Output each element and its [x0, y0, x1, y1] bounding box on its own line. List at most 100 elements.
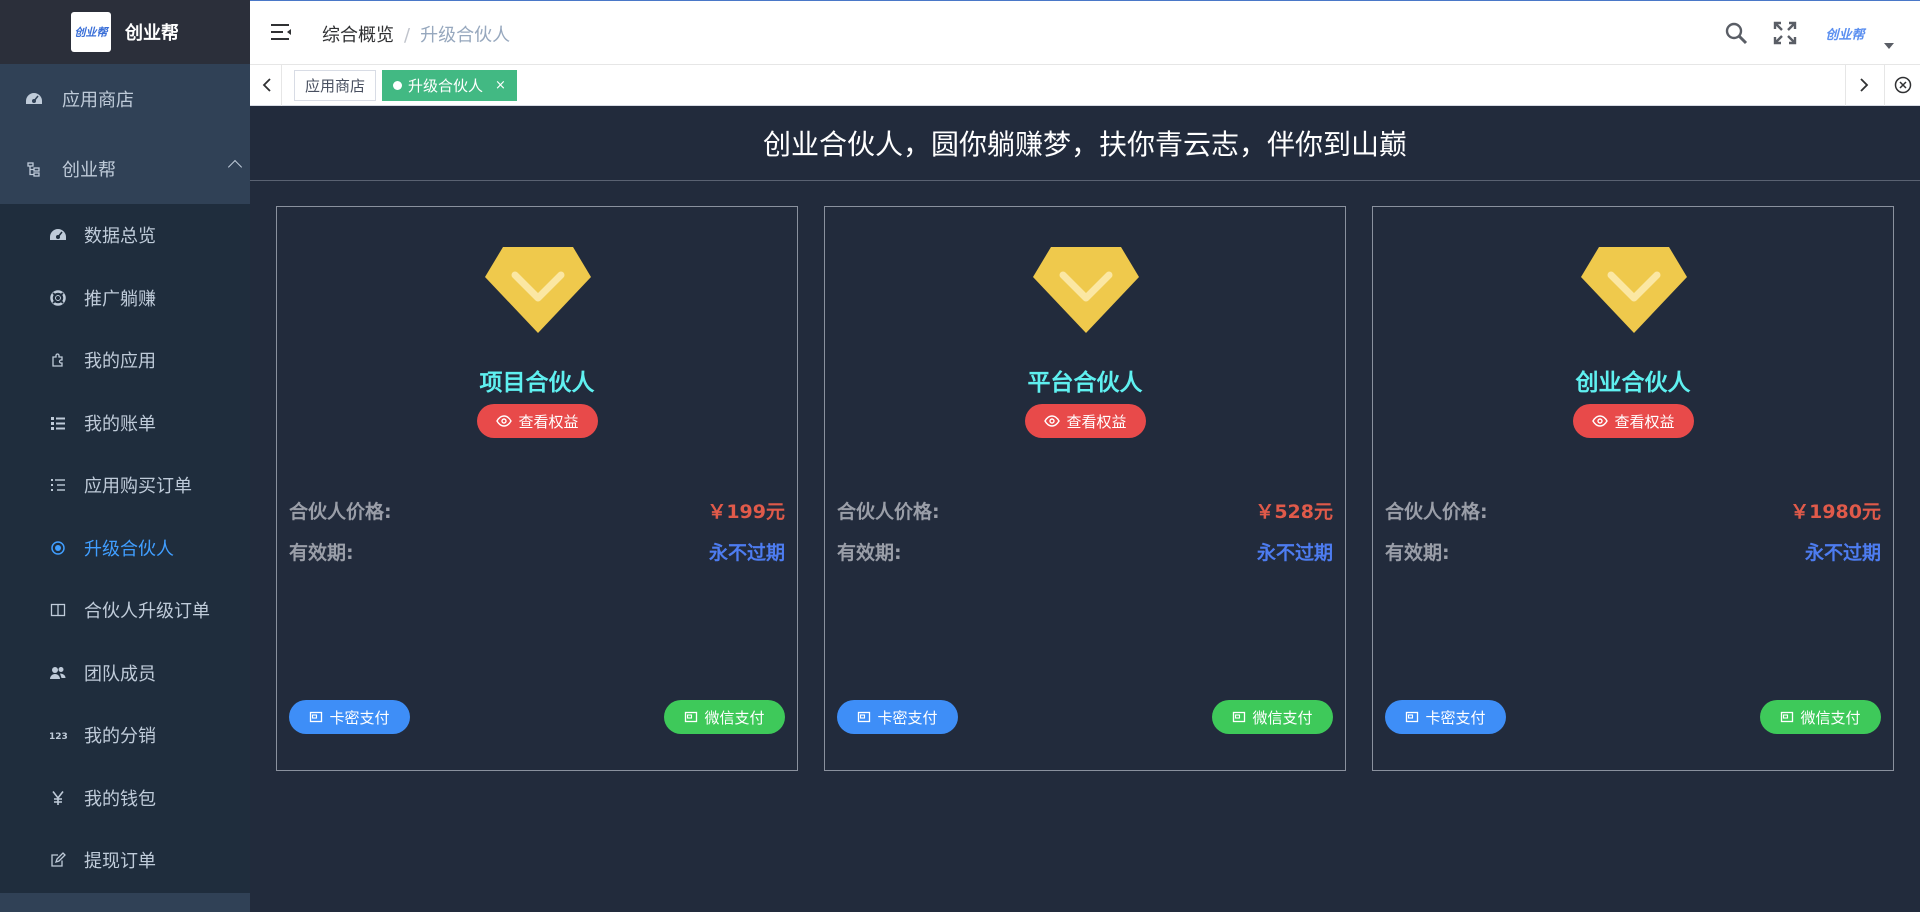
sidebar-item-label: 团队成员 [84, 663, 156, 685]
price-row: 合伙人价格: ￥1980元 [1385, 497, 1881, 524]
wechat-pay-label: 微信支付 [1800, 708, 1861, 727]
wechat-pay-label: 微信支付 [704, 708, 765, 727]
wechat-pay-button[interactable]: 微信支付 [1760, 700, 1881, 734]
plan-card-startup: 创业合伙人 查看权益 合伙人价格: ￥1980元 有效期: 永不过期 卡密支付 … [1372, 206, 1894, 771]
validity-label: 有效期: [1385, 542, 1450, 564]
sidebar-item-label: 我的账单 [84, 413, 156, 435]
page-slogan: 创业合伙人，圆你躺赚梦，扶你青云志，伴你到山巅 [250, 106, 1920, 181]
tree-icon [24, 159, 44, 179]
card-pay-button[interactable]: 卡密支付 [837, 700, 958, 734]
validity-row: 有效期: 永不过期 [289, 538, 785, 565]
diamond-icon [483, 245, 593, 335]
price-value: ￥1980元 [1790, 501, 1881, 523]
eye-icon [1044, 415, 1061, 427]
tags-divider [1884, 65, 1885, 106]
wechat-pay-button[interactable]: 微信支付 [1212, 700, 1333, 734]
close-all-icon[interactable] [1892, 74, 1914, 96]
sidebar-item-label: 数据总览 [84, 226, 156, 248]
sidebar-item-promote[interactable]: 推广躺赚 [0, 267, 250, 330]
price-label: 合伙人价格: [837, 501, 940, 523]
plan-card-platform: 平台合伙人 查看权益 合伙人价格: ￥528元 有效期: 永不过期 卡密支付 微… [824, 206, 1346, 771]
breadcrumb-separator: / [404, 25, 411, 46]
yen-icon [48, 788, 68, 808]
card-icon [858, 711, 871, 723]
puzzle-icon [48, 350, 68, 370]
price-label: 合伙人价格: [289, 501, 392, 523]
user-avatar[interactable]: 创业帮 [1822, 13, 1868, 53]
sidebar-item-data-overview[interactable]: 数据总览 [0, 204, 250, 267]
top-header: 综合概览 / 升级合伙人 创业帮 [250, 0, 1920, 65]
sidebar-bottom-item[interactable] [0, 893, 250, 912]
card-icon [1781, 711, 1794, 723]
sidebar-item-label: 应用购买订单 [84, 476, 192, 498]
diamond-icon [1579, 245, 1689, 335]
sidebar-item-my-bills[interactable]: 我的账单 [0, 392, 250, 455]
menu-fold-icon[interactable] [270, 21, 292, 43]
validity-row: 有效期: 永不过期 [837, 538, 1333, 565]
tags-view-bar: 应用商店 升级合伙人 × [250, 65, 1920, 106]
dashboard-icon [24, 89, 44, 109]
sidebar-item-chuangyebang[interactable]: 创业帮 [0, 134, 250, 204]
scroll-right-icon[interactable] [1853, 74, 1875, 96]
sidebar-item-app-orders[interactable]: 应用购买订单 [0, 454, 250, 517]
view-benefits-button[interactable]: 查看权益 [1025, 404, 1146, 438]
card-pay-button[interactable]: 卡密支付 [1385, 700, 1506, 734]
fullscreen-icon[interactable] [1773, 21, 1797, 45]
tag-upgrade-partner[interactable]: 升级合伙人 × [382, 70, 517, 101]
breadcrumb: 综合概览 / 升级合伙人 [322, 21, 510, 47]
sidebar-submenu: 数据总览 推广躺赚 我的应用 我的账单 应用购买订单 升级合伙人 合伙人升级订单… [0, 204, 250, 892]
tag-app-store[interactable]: 应用商店 [294, 70, 377, 101]
card-icon [1233, 711, 1246, 723]
view-benefits-label: 查看权益 [1614, 412, 1675, 431]
sidebar-item-partner-orders[interactable]: 合伙人升级订单 [0, 579, 250, 642]
team-icon [48, 663, 68, 683]
tags-divider [281, 65, 282, 106]
breadcrumb-item-overview[interactable]: 综合概览 [322, 25, 394, 46]
sidebar-item-withdraw-orders[interactable]: 提现订单 [0, 829, 250, 892]
sidebar-item-label: 应用商店 [62, 90, 134, 111]
chevron-up-icon [227, 159, 243, 175]
brand-title: 创业帮 [125, 23, 179, 44]
card-pay-button[interactable]: 卡密支付 [289, 700, 410, 734]
sidebar-item-app-store[interactable]: 应用商店 [0, 64, 250, 134]
price-value: ￥528元 [1255, 501, 1333, 523]
edit-icon [48, 850, 68, 870]
validity-value: 永不过期 [1256, 542, 1333, 564]
price-label: 合伙人价格: [1385, 501, 1488, 523]
sidebar-item-label: 升级合伙人 [84, 538, 174, 560]
validity-row: 有效期: 永不过期 [1385, 538, 1881, 565]
brand-logo: 创业帮 [71, 12, 111, 52]
card-icon [685, 711, 698, 723]
view-benefits-label: 查看权益 [1066, 412, 1127, 431]
scroll-left-icon[interactable] [256, 74, 278, 96]
breadcrumb-item-current: 升级合伙人 [420, 25, 511, 46]
sidebar-item-label: 我的钱包 [84, 788, 156, 810]
avatar-text: 创业帮 [1825, 27, 1865, 43]
sidebar-item-my-apps[interactable]: 我的应用 [0, 329, 250, 392]
brand-logo-text: 创业帮 [74, 26, 108, 39]
sidebar-item-team[interactable]: 团队成员 [0, 642, 250, 705]
sidebar-item-distribution[interactable]: 123 我的分销 [0, 704, 250, 767]
card-icon [310, 711, 323, 723]
sidebar-item-label: 创业帮 [62, 160, 116, 181]
search-icon[interactable] [1724, 21, 1748, 45]
price-row: 合伙人价格: ￥199元 [289, 497, 785, 524]
card-pay-label: 卡密支付 [329, 708, 390, 727]
logo-bar: 创业帮 创业帮 [0, 0, 250, 64]
sidebar: 创业帮 创业帮 应用商店 创业帮 数据总览 推广躺赚 我的应用 我的账单 应用购… [0, 0, 250, 912]
sidebar-item-label: 我的分销 [84, 726, 156, 748]
tags-divider [1845, 65, 1846, 106]
wechat-pay-button[interactable]: 微信支付 [664, 700, 785, 734]
validity-label: 有效期: [289, 542, 354, 564]
sidebar-item-upgrade-partner[interactable]: 升级合伙人 [0, 517, 250, 580]
active-dot-icon [393, 81, 402, 90]
validity-value: 永不过期 [708, 542, 785, 564]
close-icon[interactable]: × [495, 78, 506, 93]
lifebuoy-icon [48, 288, 68, 308]
eye-icon [1592, 415, 1609, 427]
sidebar-item-wallet[interactable]: 我的钱包 [0, 767, 250, 830]
sidebar-item-label: 提现订单 [84, 851, 156, 873]
view-benefits-button[interactable]: 查看权益 [1573, 404, 1694, 438]
view-benefits-button[interactable]: 查看权益 [477, 404, 598, 438]
caret-down-icon[interactable] [1884, 43, 1894, 49]
